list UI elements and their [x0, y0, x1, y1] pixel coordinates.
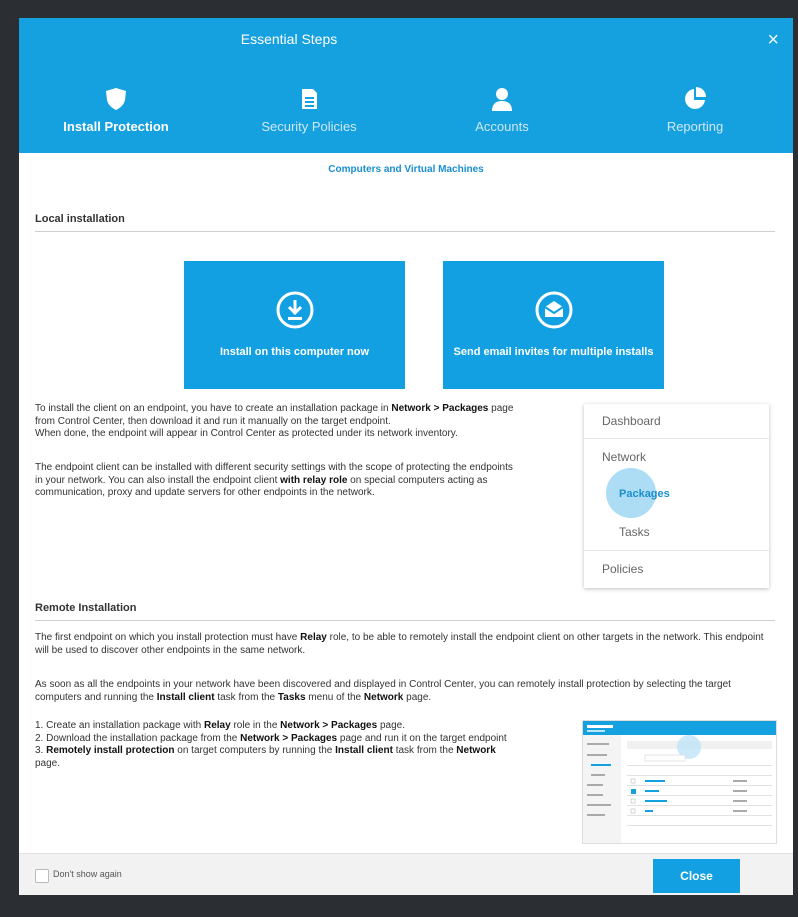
divider	[584, 438, 769, 439]
screenshot-thumbnail-icon	[583, 721, 776, 843]
nav-dashboard: Dashboard	[602, 414, 661, 428]
nav-packages: Packages	[619, 488, 670, 500]
local-installation-heading: Local installation	[35, 213, 775, 232]
nav-menu-illustration: Dashboard Network Packages Tasks Policie…	[584, 404, 769, 588]
close-button[interactable]: Close	[653, 859, 740, 893]
step-label: Install Protection	[63, 119, 169, 134]
shield-icon	[106, 88, 126, 110]
step-security-policies[interactable]: Security Policies	[224, 86, 394, 136]
remote-steps-list: 1. Create an installation package with R…	[35, 720, 507, 769]
local-paragraph-1: To install the client on an endpoint, yo…	[35, 403, 514, 439]
dialog-header: Essential Steps × Install Protection Sec…	[19, 18, 793, 153]
step-label: Security Policies	[261, 119, 357, 134]
nav-network: Network	[602, 450, 647, 464]
step-accounts[interactable]: Accounts	[417, 86, 587, 136]
step-reporting[interactable]: Reporting	[610, 86, 780, 136]
envelope-icon	[535, 291, 572, 329]
divider	[584, 550, 769, 551]
dialog-footer: Don't show again Close	[19, 853, 793, 895]
local-paragraph-2: The endpoint client can be installed wit…	[35, 462, 513, 498]
section-subtitle: Computers and Virtual Machines	[328, 164, 484, 175]
dont-show-again-checkbox[interactable]	[35, 869, 49, 883]
step-install-protection[interactable]: Install Protection	[31, 86, 201, 136]
essential-steps-dialog: Essential Steps × Install Protection Sec…	[19, 18, 793, 895]
nav-policies: Policies	[602, 562, 644, 576]
close-icon[interactable]: ×	[767, 28, 779, 52]
network-page-screenshot	[582, 720, 777, 844]
steps-bar: Install Protection Security Policies Acc…	[19, 86, 793, 146]
remote-paragraph-2: As soon as all the endpoints in your net…	[35, 679, 731, 703]
pie-chart-icon	[685, 87, 706, 109]
download-icon	[276, 291, 313, 329]
step-label: Accounts	[475, 119, 529, 134]
install-now-button[interactable]: Install on this computer now	[184, 261, 405, 389]
document-icon	[302, 89, 317, 109]
install-now-label: Install on this computer now	[219, 346, 370, 358]
nav-tasks: Tasks	[619, 525, 650, 539]
dialog-title: Essential Steps	[240, 31, 338, 47]
send-email-invites-button[interactable]: Send email invites for multiple installs	[443, 261, 664, 389]
remote-paragraph-1: The first endpoint on which you install …	[35, 632, 764, 656]
send-email-label: Send email invites for multiple installs	[453, 346, 654, 358]
remote-installation-heading: Remote Installation	[35, 602, 775, 621]
step-label: Reporting	[666, 119, 724, 134]
dont-show-again-label: Don't show again	[53, 869, 122, 879]
user-icon	[492, 88, 512, 111]
